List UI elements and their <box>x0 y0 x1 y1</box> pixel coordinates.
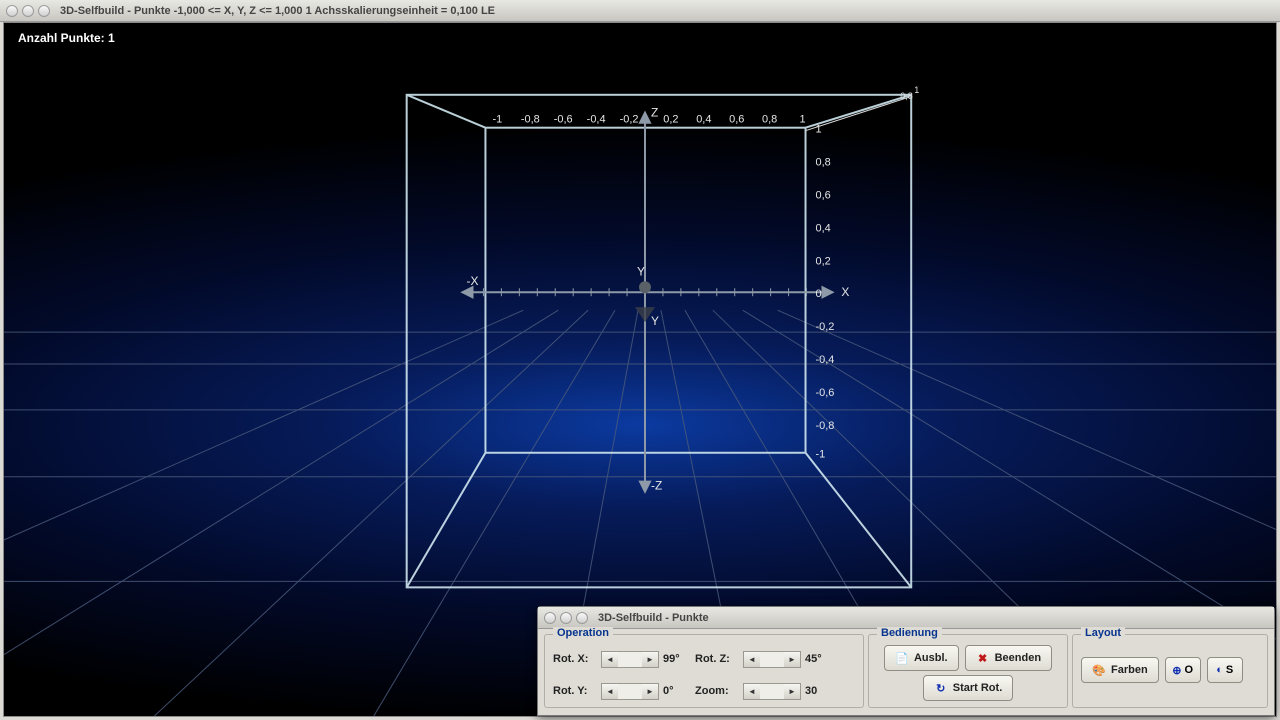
panel-window-button-2[interactable] <box>560 612 572 624</box>
window-title: 3D-Selfbuild - Punkte -1,000 <= X, Y, Z … <box>60 5 495 17</box>
tick-z: 0,6 <box>815 189 830 201</box>
ausbl-button[interactable]: 📄 Ausbl. <box>884 645 959 671</box>
tick-z: 0,2 <box>815 255 830 267</box>
axis-label-y-pos: Y <box>637 264 645 278</box>
rotz-value: 45° <box>805 653 833 665</box>
tick-x: 1 <box>799 114 805 126</box>
arrow-left-icon[interactable]: ◄ <box>744 684 760 699</box>
start-rot-button[interactable]: ↻ Start Rot. <box>923 675 1014 701</box>
tick-x: -0,8 <box>521 114 540 126</box>
tick-z: -0,8 <box>815 420 834 432</box>
main-window: 3D-Selfbuild - Punkte -1,000 <= X, Y, Z … <box>0 0 1280 720</box>
rotx-value: 99° <box>663 653 691 665</box>
roty-scroll[interactable]: ◄► <box>601 683 659 700</box>
group-operation: Operation Rot. X: ◄► 99° Rot. Z: ◄► 45° … <box>544 634 864 708</box>
panel-body: Operation Rot. X: ◄► 99° Rot. Z: ◄► 45° … <box>538 629 1274 713</box>
farben-label: Farben <box>1111 664 1148 676</box>
beenden-button[interactable]: ✖ Beenden <box>965 645 1052 671</box>
main-titlebar[interactable]: 3D-Selfbuild - Punkte -1,000 <= X, Y, Z … <box>0 0 1280 22</box>
tick-z: 0,4 <box>815 222 830 234</box>
tick-z: -0,2 <box>815 321 834 333</box>
tick-x: 0,2 <box>663 114 678 126</box>
close-icon: ✖ <box>976 651 990 665</box>
palette-icon: 🎨 <box>1092 663 1106 677</box>
tick-x: 0,6 <box>729 114 744 126</box>
tick-z: -0,6 <box>815 387 834 399</box>
target-icon: ⊕ <box>1172 664 1181 677</box>
axis-label-x-pos: X <box>841 285 849 299</box>
tick-x: -0,4 <box>587 114 606 126</box>
tick-z: 0,8 <box>815 157 830 169</box>
farben-button[interactable]: 🎨 Farben <box>1081 657 1159 683</box>
window-button-3[interactable] <box>38 5 50 17</box>
layout-s-label: S <box>1226 664 1233 676</box>
tick-z: 0 <box>815 288 821 300</box>
tick-y: 1 <box>914 85 919 95</box>
tick-x: -1 <box>493 114 503 126</box>
start-rot-label: Start Rot. <box>953 682 1003 694</box>
tick-x: 0,4 <box>696 114 711 126</box>
tick-x: -0,6 <box>554 114 573 126</box>
window-button-2[interactable] <box>22 5 34 17</box>
group-layout-title: Layout <box>1081 627 1125 639</box>
ausbl-label: Ausbl. <box>914 652 948 664</box>
rotz-label: Rot. Z: <box>695 653 739 665</box>
arrow-right-icon[interactable]: ► <box>642 684 658 699</box>
control-panel-window[interactable]: 3D-Selfbuild - Punkte Operation Rot. X: … <box>537 606 1275 716</box>
axis-label-x-neg: -X <box>467 274 479 288</box>
globe-icon: ◐ <box>1216 664 1223 676</box>
tick-x: 0,8 <box>762 114 777 126</box>
tick-x: -0,2 <box>620 114 639 126</box>
zoom-value: 30 <box>805 685 833 697</box>
layout-s-button[interactable]: ◐ S <box>1207 657 1243 683</box>
zoom-label: Zoom: <box>695 685 739 697</box>
arrow-left-icon[interactable]: ◄ <box>744 652 760 667</box>
zoom-scroll[interactable]: ◄► <box>743 683 801 700</box>
tick-z: -1 <box>815 449 825 461</box>
group-bedienung: Bedienung 📄 Ausbl. ✖ Beenden ↻ <box>868 634 1068 708</box>
axis-label-z-neg: -Z <box>651 479 662 493</box>
layout-o-button[interactable]: ⊕ O <box>1165 657 1201 683</box>
tick-z: -0,4 <box>815 354 834 366</box>
panel-window-button-1[interactable] <box>544 612 556 624</box>
arrow-right-icon[interactable]: ► <box>642 652 658 667</box>
rotx-label: Rot. X: <box>553 653 597 665</box>
arrow-right-icon[interactable]: ► <box>784 684 800 699</box>
group-operation-title: Operation <box>553 627 613 639</box>
panel-titlebar[interactable]: 3D-Selfbuild - Punkte <box>538 607 1274 629</box>
roty-label: Rot. Y: <box>553 685 597 697</box>
beenden-label: Beenden <box>995 652 1041 664</box>
arrow-right-icon[interactable]: ► <box>784 652 800 667</box>
tick-y: 0,8 <box>900 91 912 101</box>
panel-window-button-3[interactable] <box>576 612 588 624</box>
rotx-scroll[interactable]: ◄► <box>601 651 659 668</box>
refresh-icon: ↻ <box>934 681 948 695</box>
panel-title: 3D-Selfbuild - Punkte <box>598 612 709 624</box>
layout-o-label: O <box>1185 664 1194 676</box>
group-bedienung-title: Bedienung <box>877 627 942 639</box>
window-button-1[interactable] <box>6 5 18 17</box>
group-layout: Layout 🎨 Farben ⊕ O ◐ S <box>1072 634 1268 708</box>
axis-label-z-pos: Z <box>651 106 658 120</box>
rotz-scroll[interactable]: ◄► <box>743 651 801 668</box>
roty-value: 0° <box>663 685 691 697</box>
document-icon: 📄 <box>895 651 909 665</box>
arrow-left-icon[interactable]: ◄ <box>602 652 618 667</box>
arrow-left-icon[interactable]: ◄ <box>602 684 618 699</box>
axis-label-y-neg: Y <box>651 314 659 328</box>
